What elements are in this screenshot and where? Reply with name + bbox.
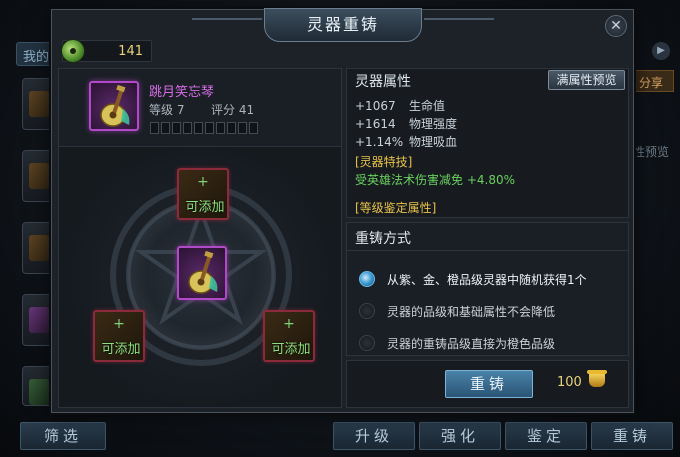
recast-option-label: 从紫、金、橙品级灵器中随机获得1个 [387, 273, 587, 287]
add-slot-label: 可添加 [185, 200, 225, 215]
add-material-slot-left[interactable]: + 可添加 [93, 310, 145, 362]
recast-method-section: 重铸方式 从紫、金、橙品级灵器中随机获得1个 灵器的品级和基础属性不会降低 灵器… [346, 222, 629, 356]
share-button[interactable]: 分享 [634, 70, 674, 92]
recast-cost: 100 [557, 375, 582, 390]
item-score: 评分 41 [211, 103, 255, 117]
guitar-instrument-icon [100, 84, 130, 127]
radio-unselected-icon[interactable] [359, 303, 375, 319]
close-icon[interactable]: ✕ [605, 15, 627, 37]
item-header: 跳月笑忘琴 等级 7 评分 41 [59, 69, 341, 147]
dialog-title: 灵器重铸 [264, 8, 422, 42]
radio-selected-icon[interactable] [359, 271, 375, 287]
stat-row: +1067 生命值 [355, 99, 446, 113]
forge-circle-area: + 可添加 + 可添加 + 可添加 [59, 148, 341, 407]
stat-row: +1614 物理强度 [355, 117, 458, 131]
tab-mine[interactable]: 我的 [16, 42, 56, 66]
filter-button[interactable]: 筛选 [20, 422, 106, 450]
upgrade-button[interactable]: 升级 [333, 422, 415, 450]
title-ornament [424, 18, 494, 34]
star-slot [216, 122, 225, 134]
add-slot-label: 可添加 [271, 342, 311, 357]
center-item-slot[interactable] [177, 246, 227, 300]
plus-icon: + [113, 316, 125, 332]
plus-icon: + [283, 316, 295, 332]
currency-display: 141 [61, 39, 152, 63]
game-screen: 我的 ▶ 分享 性预览 筛选 升级 强化 鉴定 重铸 灵器重铸 ✕ 141 跳月… [0, 0, 680, 457]
item-level: 等级 7 [149, 103, 185, 117]
stat-row: +1.14% 物理吸血 [355, 135, 458, 149]
star-slot [150, 122, 159, 134]
add-material-slot-top[interactable]: + 可添加 [177, 168, 229, 220]
bg-item-slot[interactable] [22, 294, 54, 346]
recast-tab-button[interactable]: 重铸 [591, 422, 673, 450]
jade-coin-icon [61, 39, 85, 63]
recast-title: 重铸方式 [355, 231, 411, 247]
recast-title-bar: 重铸方式 [347, 223, 628, 251]
info-panel: 灵器属性 满属性预览 +1067 生命值 +1614 物理强度 +1.14% 物理吸血… [346, 68, 629, 408]
special-skill-title: [灵器特技] [355, 155, 413, 169]
recast-action-bar: 重铸 100 [346, 360, 629, 408]
special-skill-effect: 受英雄法术伤害减免 +4.80% [355, 173, 515, 187]
bg-preview-label: 性预览 [633, 145, 670, 159]
recast-option-label: 灵器的品级和基础属性不会降低 [387, 305, 556, 319]
add-material-slot-right[interactable]: + 可添加 [263, 310, 315, 362]
recast-dialog: 灵器重铸 ✕ 141 跳月笑忘琴 等级 7 评分 41 + 可添加 + 可添加 … [51, 8, 634, 413]
item-name: 跳月笑忘琴 [149, 85, 215, 100]
bg-item-slot[interactable] [22, 150, 54, 202]
recast-button[interactable]: 重铸 [445, 370, 533, 398]
gold-ingot-icon [587, 370, 607, 387]
star-slot [183, 122, 192, 134]
recast-option-label: 灵器的重铸品级直接为橙色品级 [387, 337, 556, 351]
bg-item-slot[interactable] [22, 366, 54, 406]
selected-item-slot[interactable] [89, 81, 139, 131]
bg-item-slot[interactable] [22, 222, 54, 274]
guitar-instrument-icon [188, 250, 218, 294]
star-slot [161, 122, 170, 134]
scroll-right-icon[interactable]: ▶ [652, 42, 670, 60]
appraisal-attribute-title: [等级鉴定属性] [355, 201, 437, 215]
star-slot [205, 122, 214, 134]
item-panel: 跳月笑忘琴 等级 7 评分 41 + 可添加 + 可添加 + 可添加 [58, 68, 342, 408]
radio-unselected-icon[interactable] [359, 335, 375, 351]
appraise-button[interactable]: 鉴定 [505, 422, 587, 450]
star-rating [150, 122, 258, 134]
plus-icon: + [197, 174, 209, 190]
enhance-button[interactable]: 强化 [419, 422, 501, 450]
add-slot-label: 可添加 [101, 342, 141, 357]
star-slot [238, 122, 247, 134]
star-slot [194, 122, 203, 134]
currency-value: 141 [118, 44, 143, 59]
star-slot [172, 122, 181, 134]
full-attribute-preview-button[interactable]: 满属性预览 [548, 70, 625, 90]
attributes-title: 灵器属性 [355, 74, 411, 90]
star-slot [249, 122, 258, 134]
title-ornament [192, 18, 262, 34]
star-slot [227, 122, 236, 134]
attributes-section: 灵器属性 满属性预览 +1067 生命值 +1614 物理强度 +1.14% 物理吸血… [346, 68, 629, 218]
bg-item-slot[interactable] [22, 78, 54, 130]
